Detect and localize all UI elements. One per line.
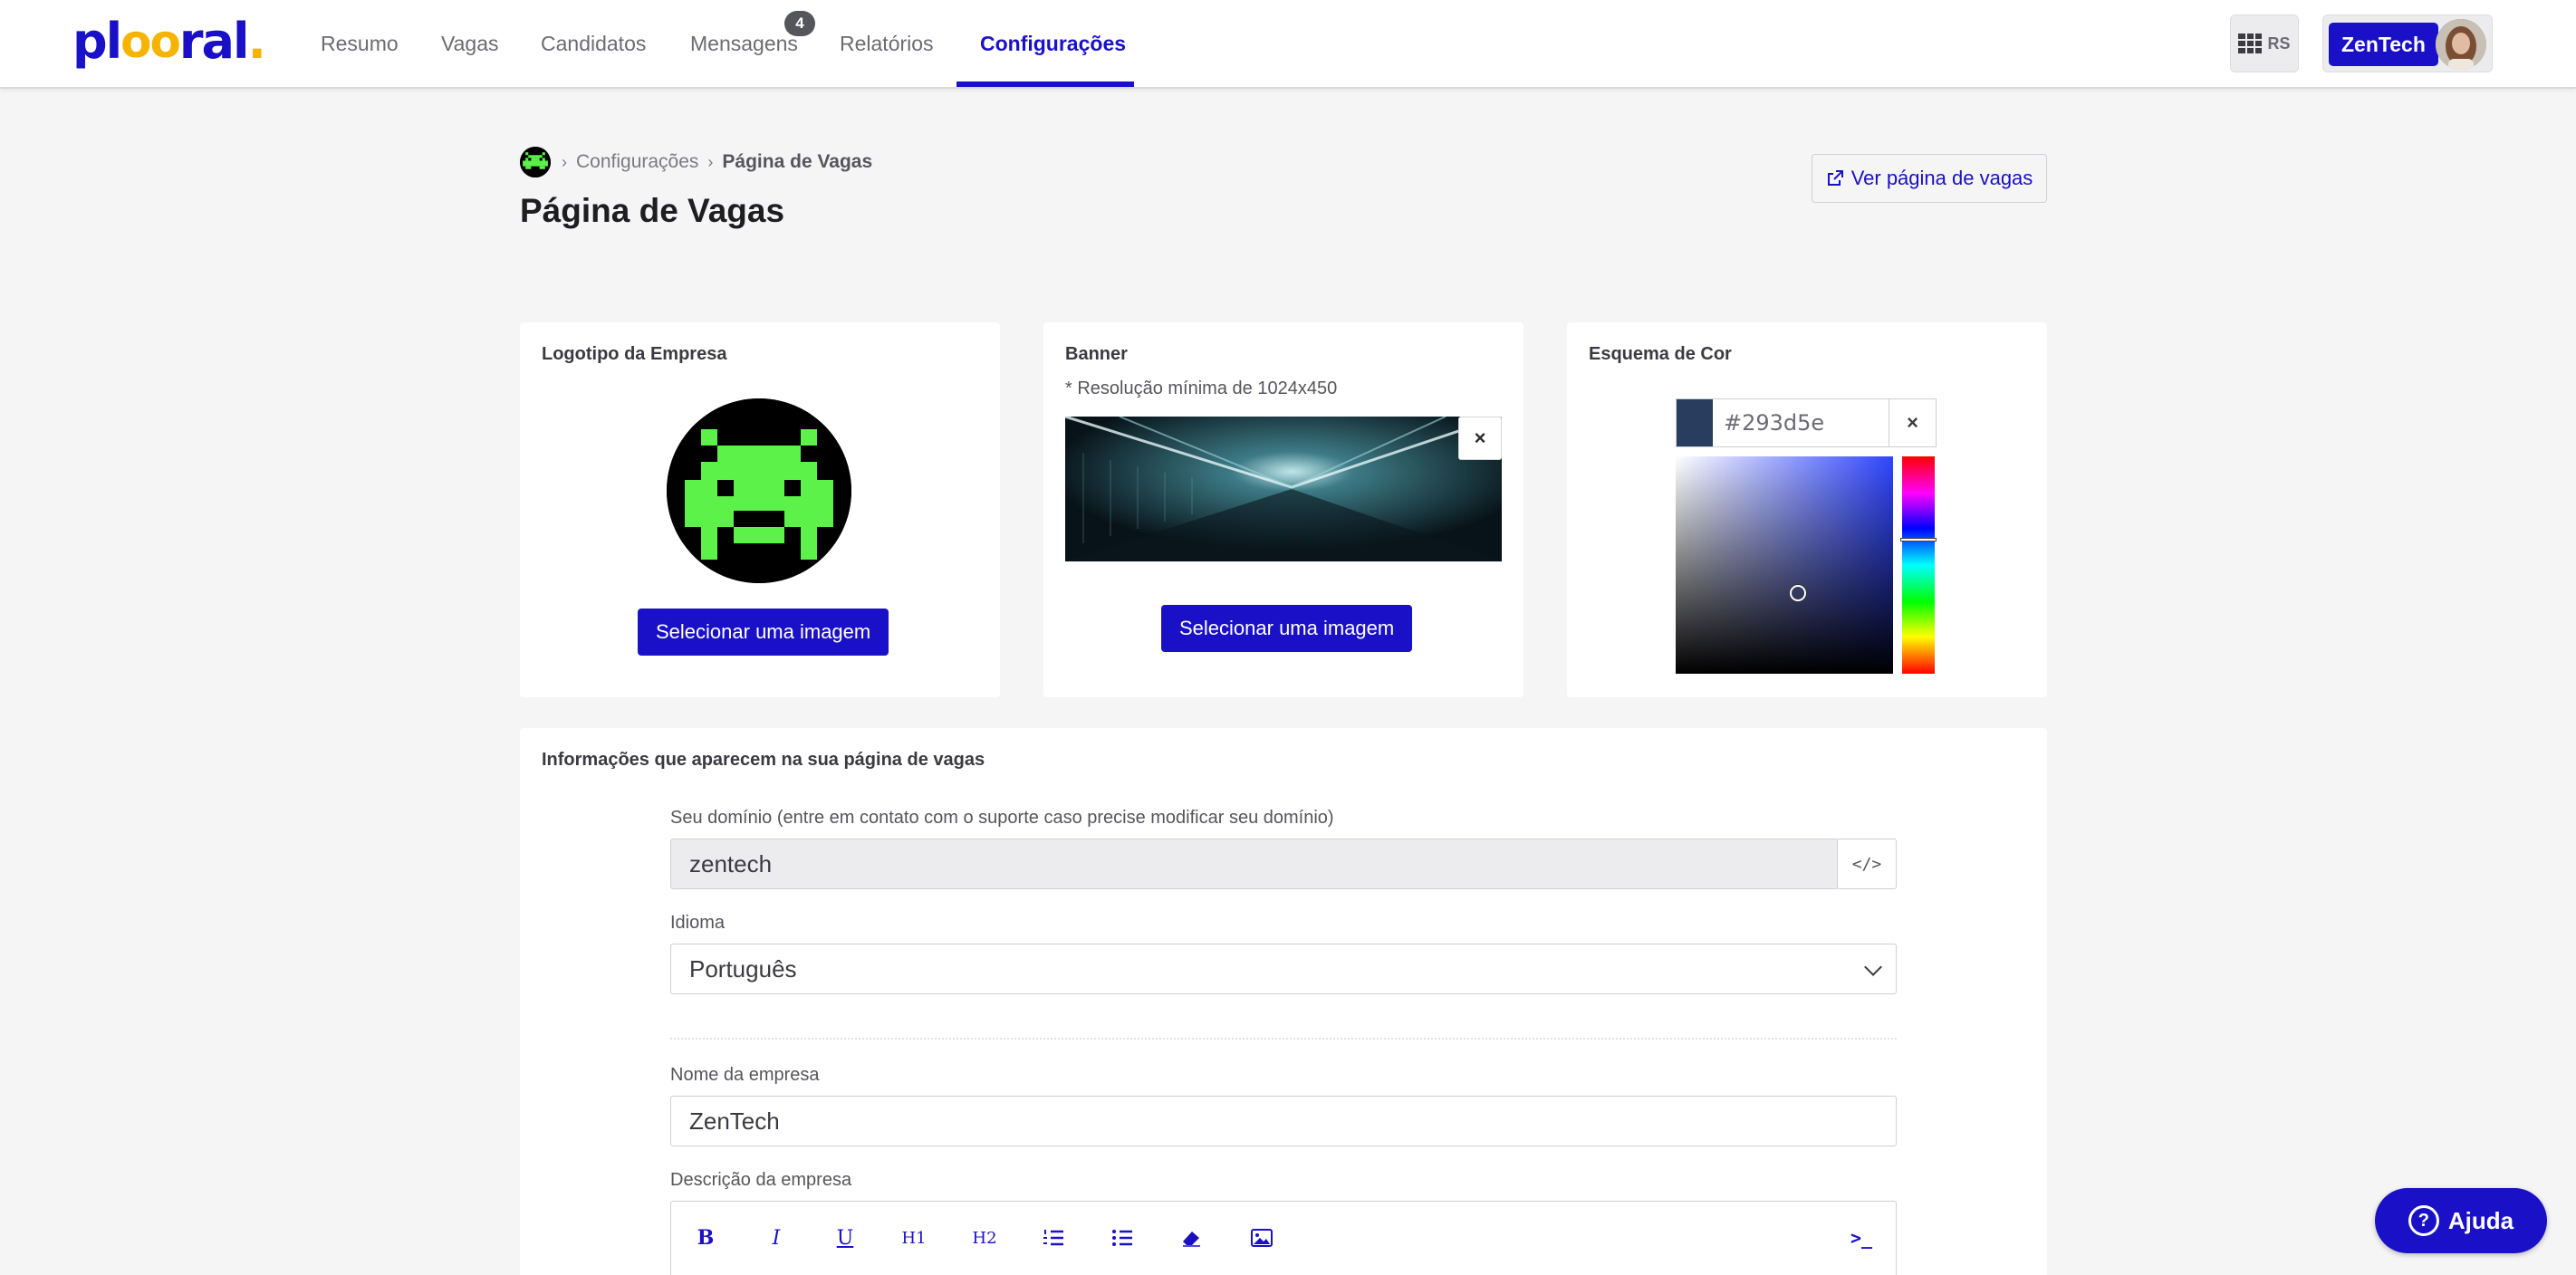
avatar-portrait-icon xyxy=(2436,19,2486,70)
user-avatar[interactable] xyxy=(2436,19,2486,70)
domain-label: Seu domínio (entre em contato com o supo… xyxy=(670,808,1334,828)
active-tab-indicator xyxy=(956,81,1134,87)
logo-text-start: pl xyxy=(72,13,122,70)
banner-card: Banner * Resolução mínima de 1024x450 × xyxy=(1043,322,1523,697)
insert-image-button[interactable] xyxy=(1245,1222,1278,1254)
nav-item-candidatos[interactable]: Candidatos xyxy=(541,0,646,87)
nav-item-mensagens[interactable]: Mensagens xyxy=(690,0,798,87)
close-icon: × xyxy=(1474,427,1486,449)
remove-banner-button[interactable]: × xyxy=(1458,417,1502,460)
description-editor-toolbar: B I U H1 H2 >_ xyxy=(670,1201,1897,1275)
help-label: Ajuda xyxy=(2447,1206,2514,1234)
plooral-logo[interactable]: pl oo ral. xyxy=(72,13,266,70)
banner-preview-image: × xyxy=(1065,417,1502,561)
select-logo-image-button[interactable]: Selecionar uma imagem xyxy=(638,609,889,656)
banner-resolution-note: * Resolução mínima de 1024x450 xyxy=(1065,379,1338,398)
view-jobs-label: Ver página de vagas xyxy=(1850,167,2033,189)
nav-item-vagas[interactable]: Vagas xyxy=(441,0,499,87)
clear-format-button[interactable] xyxy=(1175,1222,1207,1254)
logo-text-middle: oo xyxy=(120,15,181,68)
view-jobs-page-button[interactable]: Ver página de vagas xyxy=(1812,154,2047,203)
company-description-label: Descrição da empresa xyxy=(670,1170,852,1190)
heading1-button[interactable]: H1 xyxy=(898,1222,930,1254)
color-scheme-card: Esquema de Cor #293d5e × xyxy=(1567,322,2047,697)
source-code-button[interactable]: >_ xyxy=(1845,1222,1878,1254)
breadcrumb-chevron-icon: › xyxy=(707,152,714,171)
bullet-list-button[interactable] xyxy=(1106,1222,1139,1254)
breadcrumb-link-configuracoes[interactable]: Configurações xyxy=(576,151,698,173)
color-hex-value[interactable]: #293d5e xyxy=(1713,399,1889,446)
external-link-icon xyxy=(1827,170,1843,186)
heading2-button[interactable]: H2 xyxy=(968,1222,1001,1254)
nav-item-relatorios[interactable]: Relatórios xyxy=(840,0,934,87)
logo-card-title: Logotipo da Empresa xyxy=(542,344,727,364)
nav-item-configuracoes[interactable]: Configurações xyxy=(980,0,1126,87)
company-name-label: Nome da empresa xyxy=(670,1065,820,1085)
select-banner-image-button[interactable]: Selecionar uma imagem xyxy=(1161,605,1413,652)
language-selected-value: Português xyxy=(689,954,797,983)
help-button[interactable]: ? Ajuda xyxy=(2375,1188,2547,1253)
grid-icon xyxy=(2238,34,2263,53)
clear-color-button[interactable]: × xyxy=(1889,399,1936,446)
invader-icon xyxy=(520,147,551,177)
company-logo-preview xyxy=(667,398,851,583)
language-select[interactable]: Português xyxy=(670,944,1897,994)
logo-card: Logotipo da Empresa Selecionar uma image… xyxy=(520,322,1000,697)
apps-switcher-button[interactable]: RS xyxy=(2230,14,2299,72)
account-menu[interactable]: ZenTech xyxy=(2322,14,2493,72)
page-title: Página de Vagas xyxy=(520,192,785,229)
info-card-title: Informações que aparecem na sua página d… xyxy=(542,750,985,770)
apps-label: RS xyxy=(2267,34,2291,53)
color-card-title: Esquema de Cor xyxy=(1589,344,1732,364)
chevron-down-icon xyxy=(1864,958,1882,976)
logo-dot: . xyxy=(247,13,265,70)
language-label: Idioma xyxy=(670,913,726,933)
color-swatch xyxy=(1677,399,1713,446)
ordered-list-button[interactable] xyxy=(1037,1222,1070,1254)
logo-text-end: ral xyxy=(178,13,250,70)
nav-item-resumo[interactable]: Resumo xyxy=(321,0,399,87)
underline-button[interactable]: U xyxy=(829,1222,861,1254)
saturation-picker[interactable] xyxy=(1676,456,1893,674)
color-hex-field[interactable]: #293d5e × xyxy=(1676,398,1937,447)
bullet-list-icon xyxy=(1112,1230,1132,1246)
saturation-cursor[interactable] xyxy=(1790,585,1806,601)
close-icon: × xyxy=(1907,411,1918,434)
company-name-input[interactable]: ZenTech xyxy=(670,1096,1897,1146)
ordered-list-icon xyxy=(1043,1230,1063,1246)
question-icon: ? xyxy=(2408,1205,2439,1236)
code-icon: </> xyxy=(1851,854,1882,874)
domain-field: zentech xyxy=(670,839,1839,889)
tunnel-banner-image xyxy=(1065,417,1502,561)
messages-count-badge: 4 xyxy=(784,11,815,36)
invader-logo-image xyxy=(667,398,851,583)
hue-slider-handle[interactable] xyxy=(1900,538,1937,542)
section-divider xyxy=(670,1038,1897,1040)
image-icon xyxy=(1251,1229,1273,1247)
hue-slider[interactable] xyxy=(1900,456,1937,674)
banner-card-title: Banner xyxy=(1065,344,1128,364)
italic-button[interactable]: I xyxy=(760,1222,793,1254)
embed-code-button[interactable]: </> xyxy=(1837,839,1897,889)
company-logo-small-icon xyxy=(520,147,551,177)
eraser-icon xyxy=(1183,1232,1200,1247)
breadcrumb: › Configurações › Página de Vagas xyxy=(562,149,872,176)
top-navigation-bar: pl oo ral. Resumo Vagas Candidatos Mensage… xyxy=(0,0,2576,89)
company-switch-button[interactable]: ZenTech xyxy=(2329,23,2438,66)
bold-button[interactable]: B xyxy=(689,1222,722,1254)
breadcrumb-chevron-icon: › xyxy=(562,152,567,171)
breadcrumb-current: Página de Vagas xyxy=(722,151,873,172)
